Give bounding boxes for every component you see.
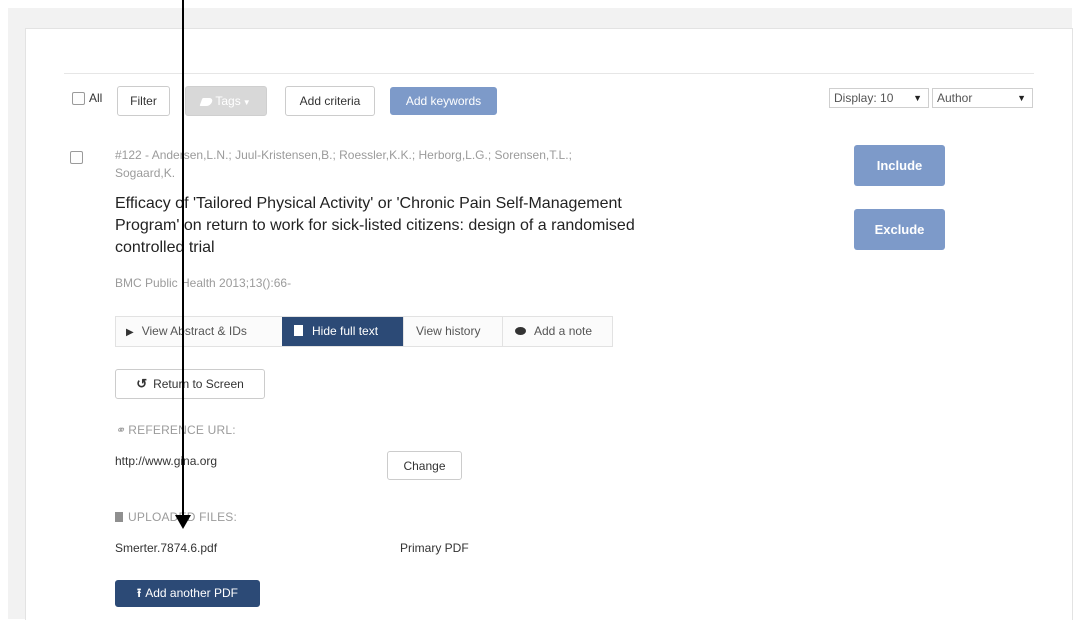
caret-right-icon: ▶: [126, 327, 134, 338]
add-criteria-label: Add criteria: [299, 94, 361, 108]
tab-view-abstract[interactable]: ▶ View Abstract & IDs: [116, 317, 282, 346]
filter-button[interactable]: Filter: [117, 86, 170, 116]
display-count-select[interactable]: Display: 10 ▼: [829, 88, 929, 108]
select-all-label: All: [89, 91, 103, 105]
exclude-button[interactable]: Exclude: [854, 209, 945, 250]
add-keywords-button[interactable]: Add keywords: [390, 87, 497, 115]
include-button[interactable]: Include: [854, 145, 945, 186]
sort-select[interactable]: Author ▼: [932, 88, 1033, 108]
tags-dropdown-button[interactable]: Tags ▼: [185, 86, 267, 116]
comment-icon: [515, 327, 526, 335]
sort-value: Author: [937, 91, 973, 105]
uploaded-file-type: Primary PDF: [400, 541, 469, 555]
tab-hide-full-text[interactable]: Hide full text: [282, 317, 403, 346]
change-url-button[interactable]: Change: [387, 451, 462, 480]
dropdown-arrow-icon: ▼: [913, 93, 922, 103]
filter-button-label: Filter: [130, 94, 157, 108]
add-criteria-button[interactable]: Add criteria: [285, 86, 375, 116]
toolbar-divider: [64, 73, 1034, 74]
dropdown-arrow-icon: ▼: [1017, 93, 1026, 103]
record-title-line2[interactable]: Program' on return to work for sick-list…: [115, 215, 635, 237]
return-to-screen-label: Return to Screen: [153, 377, 244, 391]
tab-view-history[interactable]: View history: [403, 317, 502, 346]
uploaded-file-name[interactable]: Smerter.7874.6.pdf: [115, 541, 217, 555]
reference-url-link[interactable]: http://www.gina.org: [115, 454, 217, 468]
tab-view-history-label: View history: [416, 324, 481, 338]
record-tabbar: ▶ View Abstract & IDs Hide full text View…: [115, 316, 613, 347]
record-title-line3[interactable]: controlled trial: [115, 237, 215, 259]
tab-hide-full-text-label: Hide full text: [312, 324, 379, 338]
annotation-arrow-head: [175, 515, 191, 529]
record-journal: BMC Public Health 2013;13():66-: [115, 276, 292, 290]
document-icon: [294, 325, 303, 336]
link-icon: ⚭: [115, 423, 126, 437]
tags-button-label: Tags: [215, 94, 241, 108]
record-authors-line2: Sogaard,K.: [115, 166, 176, 180]
annotation-arrow-line: [182, 0, 184, 517]
record-checkbox[interactable]: [70, 151, 83, 164]
display-count-value: Display: 10: [834, 91, 894, 105]
add-keywords-label: Add keywords: [405, 94, 482, 108]
tab-add-note[interactable]: Add a note: [502, 317, 612, 346]
undo-icon: ↺: [136, 376, 148, 391]
caret-down-icon: ▼: [242, 98, 251, 107]
add-another-pdf-button[interactable]: ⭱ Add another PDF: [115, 580, 260, 607]
select-all-checkbox[interactable]: [72, 92, 85, 105]
reference-url-heading-row: ⚭ REFERENCE URL:: [115, 421, 236, 439]
tab-add-note-label: Add a note: [534, 324, 593, 338]
upload-icon: ⭱: [137, 586, 142, 600]
record-title-line1[interactable]: Efficacy of 'Tailored Physical Activity'…: [115, 193, 622, 215]
add-another-pdf-label: Add another PDF: [145, 586, 238, 600]
return-to-screen-button[interactable]: ↺ Return to Screen: [115, 369, 265, 399]
tag-icon: [199, 97, 214, 106]
file-icon: [115, 512, 123, 522]
tab-view-abstract-label: View Abstract & IDs: [141, 324, 247, 338]
change-url-label: Change: [403, 459, 446, 473]
